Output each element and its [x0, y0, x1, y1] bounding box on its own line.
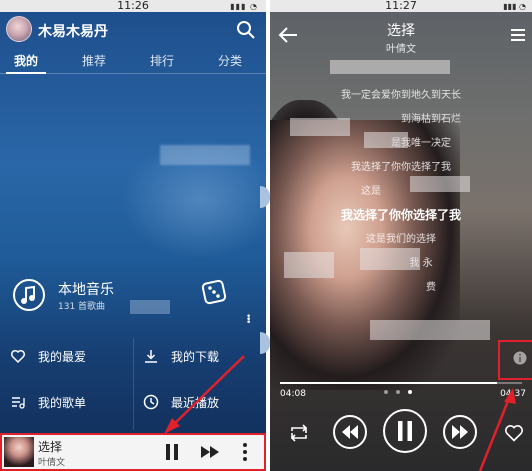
menu-item-downloads[interactable]: 我的下载: [133, 336, 266, 376]
tab-recommend[interactable]: 推荐: [82, 52, 106, 69]
local-music-count: 131 首歌曲: [58, 302, 106, 312]
blurred-area: [364, 132, 408, 148]
status-time: 11:27: [385, 0, 417, 12]
username: 木易木易丹: [38, 24, 108, 40]
more-vertical-icon[interactable]: [242, 441, 248, 463]
total-time: 04:37: [500, 389, 526, 399]
music-note-icon: [13, 279, 45, 311]
blurred-area: [284, 252, 334, 278]
download-icon: [145, 350, 157, 363]
blurred-area: [370, 320, 490, 340]
mini-player-artist: 叶倩文: [38, 458, 66, 468]
next-icon[interactable]: [442, 414, 478, 450]
history-icon: [143, 394, 159, 410]
previous-icon[interactable]: [332, 414, 368, 450]
heart-icon: [10, 349, 26, 364]
album-cover: [4, 437, 34, 467]
lyric-line: 这是我们的选择: [366, 234, 436, 245]
status-bar: 11:26 ▮▮▮ ◔: [0, 0, 266, 12]
blurred-area: [330, 60, 450, 74]
now-playing-screen: 11:27 ▮▮▮ ◔ 选择 叶倩文 我一定会爱你到地久到天长 到海枯到石烂 是…: [270, 0, 532, 471]
blurred-area: [410, 176, 470, 192]
page-dot: [384, 390, 388, 394]
menu-item-label: 我的歌单: [38, 396, 87, 410]
page-dots: [380, 390, 420, 396]
pause-icon[interactable]: [164, 443, 180, 461]
menu-item-playlists[interactable]: 我的歌单: [0, 382, 133, 422]
pause-icon[interactable]: [382, 408, 428, 454]
favorite-heart-icon[interactable]: [504, 424, 524, 442]
menu-item-label: 我的下载: [171, 350, 220, 364]
blurred-area: [160, 145, 250, 165]
page-dot: [396, 390, 400, 394]
next-icon[interactable]: [200, 445, 220, 459]
shuffle-dice-icon[interactable]: [200, 278, 228, 306]
signal-icon: ▮▮▮ ◔: [230, 2, 258, 11]
info-icon[interactable]: [513, 351, 527, 365]
lyric-line: 我一定会爱你到地久到天长: [341, 90, 461, 101]
blurred-area: [290, 118, 350, 136]
menu-item-label: 最近播放: [171, 396, 220, 410]
menu-icon[interactable]: [510, 28, 526, 42]
current-lyric-line: 我选择了你你选择了我: [340, 208, 461, 222]
page-dot-active: [408, 390, 412, 394]
status-bar: 11:27 ▮▮▮ ◔: [270, 0, 532, 12]
music-home-screen: 11:26 ▮▮▮ ◔ 木易木易丹 我的 推荐 排行 分类 本地音乐 131 首…: [0, 0, 266, 471]
lyric-line: 这是: [361, 186, 381, 197]
header: 木易木易丹: [0, 12, 266, 48]
avatar[interactable]: [6, 16, 32, 42]
menu-item-recent[interactable]: 最近播放: [133, 382, 266, 422]
lyric-line: 我选择了你你选择了我: [351, 162, 451, 173]
blurred-area: [360, 248, 420, 270]
menu-item-favorites[interactable]: 我的最爱: [0, 336, 133, 376]
lyric-line: 费: [426, 282, 436, 293]
progress-bar[interactable]: [280, 382, 522, 384]
playlist-icon: [12, 397, 25, 409]
search-icon[interactable]: [236, 20, 256, 40]
local-music-title: 本地音乐: [58, 282, 114, 298]
status-time: 11:26: [117, 0, 149, 12]
tab-ranking[interactable]: 排行: [150, 52, 174, 69]
tab-category[interactable]: 分类: [218, 52, 242, 69]
current-time: 04:08: [280, 389, 306, 399]
menu-item-label: 我的最爱: [38, 350, 87, 364]
mini-player[interactable]: 选择 叶倩文: [0, 433, 266, 471]
mini-player-title: 选择: [38, 440, 63, 454]
local-music-row[interactable]: 本地音乐 131 首歌曲: [0, 270, 266, 320]
song-title: 选择: [387, 23, 415, 39]
song-artist: 叶倩文: [386, 44, 416, 55]
active-tab-indicator: [6, 72, 46, 74]
progress-fill: [280, 382, 497, 384]
repeat-icon[interactable]: [288, 424, 310, 442]
more-icon[interactable]: • • •: [246, 313, 251, 328]
tab-mine[interactable]: 我的: [14, 52, 38, 69]
screenshot-stage: 11:26 ▮▮▮ ◔ 木易木易丹 我的 推荐 排行 分类 本地音乐 131 首…: [0, 0, 532, 471]
tab-bar: 我的 推荐 排行 分类: [0, 48, 266, 74]
signal-icon: ▮▮▮ ◔: [503, 2, 526, 11]
